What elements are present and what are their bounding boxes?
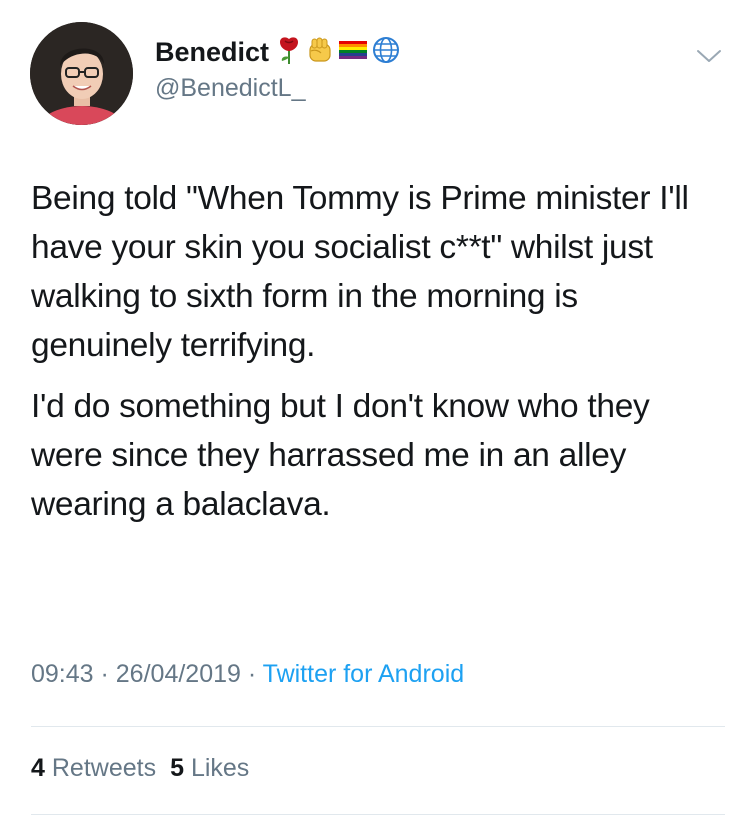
display-name-row: Benedict [155, 34, 401, 70]
avatar-image [30, 22, 133, 125]
display-name[interactable]: Benedict [155, 37, 269, 68]
tweet-stats: 4 Retweets 5 Likes [31, 754, 249, 783]
divider [31, 814, 725, 815]
avatar[interactable] [30, 22, 133, 125]
rose-emoji [277, 35, 301, 70]
tweet-source-link[interactable]: Twitter for Android [263, 660, 464, 688]
tweet-date[interactable]: 26/04/2019 [116, 660, 241, 688]
rainbow-flag-emoji [339, 39, 368, 66]
likes-stat[interactable]: 5 Likes [170, 754, 249, 782]
tweet-paragraph: I'd do something but I don't know who th… [31, 388, 650, 523]
name-emojis [277, 35, 401, 70]
retweets-count: 4 [31, 754, 45, 782]
retweets-label: Retweets [51, 754, 157, 782]
divider [31, 726, 725, 727]
raised-fist-emoji [305, 35, 335, 70]
chevron-down-icon[interactable] [696, 48, 722, 64]
tweet-paragraph: Being told "When Tommy is Prime minister… [31, 180, 689, 364]
tweet-meta: 09:43 · 26/04/2019 · Twitter for Android [31, 660, 464, 689]
globe-icon [371, 35, 401, 70]
tweet-time[interactable]: 09:43 [31, 660, 94, 688]
tweet-card: Benedict @BenedictL_ Being told "When To… [0, 0, 750, 825]
tweet-text: Being told "When Tommy is Prime minister… [31, 174, 721, 529]
tweet-header: Benedict @BenedictL_ [30, 22, 730, 127]
meta-separator: · [240, 660, 263, 688]
likes-count: 5 [170, 754, 184, 782]
retweets-stat[interactable]: 4 Retweets [31, 754, 156, 782]
user-handle[interactable]: @BenedictL_ [155, 74, 401, 103]
user-names: Benedict @BenedictL_ [155, 34, 401, 103]
meta-separator: · [93, 660, 116, 688]
likes-label: Likes [190, 754, 250, 782]
